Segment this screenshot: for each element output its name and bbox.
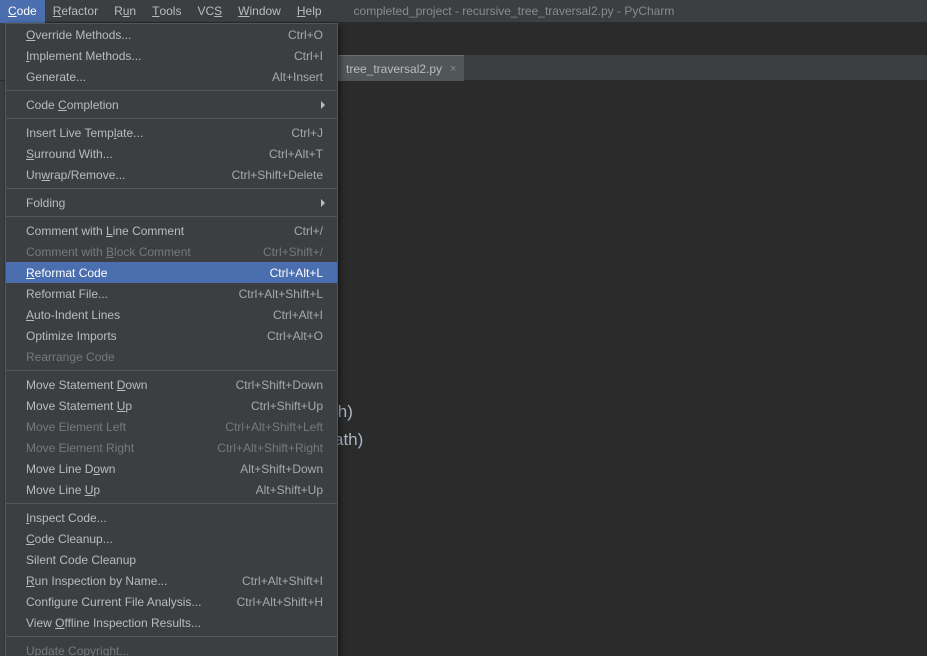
- menu-item-configure-current-file-analysis[interactable]: Configure Current File Analysis... Ctrl+A…: [6, 591, 337, 612]
- menubar-item-refactor[interactable]: Refactor: [45, 0, 106, 23]
- menu-item-shortcut: Ctrl+Alt+I: [273, 308, 323, 322]
- menubar-item-vcs[interactable]: VCS: [189, 0, 230, 23]
- menu-item-inspect-code[interactable]: Inspect Code...: [6, 507, 337, 528]
- editor-tab-label: tree_traversal2.py: [346, 62, 442, 76]
- menubar-item-tools[interactable]: Tools: [144, 0, 189, 23]
- menu-item-shortcut: Ctrl+J: [291, 126, 323, 140]
- menu-item-shortcut: Ctrl+Shift+Up: [251, 399, 323, 413]
- menu-item-view-offline-inspection-results[interactable]: View Offline Inspection Results...: [6, 612, 337, 633]
- menubar-item-help[interactable]: Help: [289, 0, 330, 23]
- menu-separator: [6, 188, 337, 189]
- menu-item-label: Move Element Right: [26, 441, 134, 455]
- menu-item-label: Reformat Code: [26, 266, 107, 280]
- menu-item-label: Comment with Line Comment: [26, 224, 184, 238]
- menu-item-shortcut: Ctrl+Alt+Shift+Left: [225, 420, 323, 434]
- menu-item-shortcut: Ctrl+Shift+Delete: [232, 168, 323, 182]
- menubar-item-window[interactable]: Window: [230, 0, 289, 23]
- menubar: CodeRefactorRunToolsVCSWindowHelp complet…: [0, 0, 927, 23]
- menu-item-label: Move Line Down: [26, 462, 115, 476]
- menu-item-label: Update Copyright...: [26, 644, 129, 656]
- menu-item-move-statement-up[interactable]: Move Statement Up Ctrl+Shift+Up: [6, 395, 337, 416]
- menu-item-move-element-left: Move Element Left Ctrl+Alt+Shift+Left: [6, 416, 337, 437]
- menu-item-move-element-right: Move Element Right Ctrl+Alt+Shift+Right: [6, 437, 337, 458]
- menu-item-label: Override Methods...: [26, 28, 131, 42]
- menu-item-generate[interactable]: Generate... Alt+Insert: [6, 66, 337, 87]
- menu-separator: [6, 118, 337, 119]
- menu-separator: [6, 370, 337, 371]
- menu-item-code-completion[interactable]: Code Completion: [6, 94, 337, 115]
- menu-item-shortcut: Ctrl+Alt+L: [270, 266, 323, 280]
- menu-item-label: View Offline Inspection Results...: [26, 616, 201, 630]
- menu-item-label: Unwrap/Remove...: [26, 168, 125, 182]
- menu-item-override-methods[interactable]: Override Methods... Ctrl+O: [6, 24, 337, 45]
- menu-item-comment-with-block-comment: Comment with Block Comment Ctrl+Shift+/: [6, 241, 337, 262]
- menu-item-comment-with-line-comment[interactable]: Comment with Line Comment Ctrl+/: [6, 220, 337, 241]
- close-icon[interactable]: ×: [450, 63, 456, 75]
- menu-item-label: Code Cleanup...: [26, 532, 113, 546]
- editor-tab-active[interactable]: tree_traversal2.py ×: [338, 55, 464, 81]
- code-menu-popup: Override Methods... Ctrl+O Implement Metho…: [5, 23, 338, 656]
- menu-item-shortcut: Ctrl+I: [294, 49, 323, 63]
- menu-item-shortcut: Ctrl+Alt+Shift+H: [237, 595, 323, 609]
- menu-item-move-statement-down[interactable]: Move Statement Down Ctrl+Shift+Down: [6, 374, 337, 395]
- menu-item-auto-indent-lines[interactable]: Auto-Indent Lines Ctrl+Alt+I: [6, 304, 337, 325]
- menu-item-insert-live-template[interactable]: Insert Live Template... Ctrl+J: [6, 122, 337, 143]
- menu-item-folding[interactable]: Folding: [6, 192, 337, 213]
- menu-item-shortcut: Ctrl+Alt+Shift+I: [242, 574, 323, 588]
- menu-item-surround-with[interactable]: Surround With... Ctrl+Alt+T: [6, 143, 337, 164]
- menu-item-shortcut: Ctrl+Alt+Shift+L: [239, 287, 323, 301]
- menu-item-shortcut: Ctrl+Alt+O: [267, 329, 323, 343]
- menu-separator: [6, 90, 337, 91]
- menu-item-optimize-imports[interactable]: Optimize Imports Ctrl+Alt+O: [6, 325, 337, 346]
- menu-item-label: Rearrange Code: [26, 350, 115, 364]
- menu-item-label: Insert Live Template...: [26, 126, 143, 140]
- menu-item-label: Configure Current File Analysis...: [26, 595, 201, 609]
- menu-item-label: Implement Methods...: [26, 49, 141, 63]
- menu-item-label: Move Statement Down: [26, 378, 147, 392]
- menu-item-label: Auto-Indent Lines: [26, 308, 120, 322]
- window-title: completed_project - recursive_tree_trave…: [354, 4, 675, 18]
- menu-item-implement-methods[interactable]: Implement Methods... Ctrl+I: [6, 45, 337, 66]
- menu-item-unwrap-remove[interactable]: Unwrap/Remove... Ctrl+Shift+Delete: [6, 164, 337, 185]
- menu-item-move-line-down[interactable]: Move Line Down Alt+Shift+Down: [6, 458, 337, 479]
- menu-item-reformat-file[interactable]: Reformat File... Ctrl+Alt+Shift+L: [6, 283, 337, 304]
- menu-item-label: Code Completion: [26, 98, 119, 112]
- menu-item-shortcut: Ctrl+Shift+/: [263, 245, 323, 259]
- menu-item-shortcut: Ctrl+Alt+T: [269, 147, 323, 161]
- menu-item-label: Silent Code Cleanup: [26, 553, 136, 567]
- menu-separator: [6, 636, 337, 637]
- menu-separator: [6, 216, 337, 217]
- menu-item-label: Generate...: [26, 70, 86, 84]
- menu-item-shortcut: Ctrl+/: [294, 224, 323, 238]
- menu-item-shortcut: Alt+Shift+Down: [240, 462, 323, 476]
- menubar-item-run[interactable]: Run: [106, 0, 144, 23]
- menu-item-shortcut: Ctrl+Alt+Shift+Right: [217, 441, 323, 455]
- menu-item-label: Folding: [26, 196, 65, 210]
- menu-item-label: Comment with Block Comment: [26, 245, 191, 259]
- menu-item-label: Reformat File...: [26, 287, 108, 301]
- menu-item-label: Move Statement Up: [26, 399, 132, 413]
- menubar-item-code[interactable]: Code: [0, 0, 45, 23]
- menu-item-label: Run Inspection by Name...: [26, 574, 167, 588]
- menu-item-label: Optimize Imports: [26, 329, 117, 343]
- menu-item-label: Surround With...: [26, 147, 113, 161]
- menu-item-silent-code-cleanup[interactable]: Silent Code Cleanup: [6, 549, 337, 570]
- menu-item-reformat-code[interactable]: Reformat Code Ctrl+Alt+L: [6, 262, 337, 283]
- menu-item-label: Move Element Left: [26, 420, 126, 434]
- menu-item-shortcut: Alt+Insert: [272, 70, 323, 84]
- menu-item-run-inspection-by-name[interactable]: Run Inspection by Name... Ctrl+Alt+Shift+…: [6, 570, 337, 591]
- menu-item-label: Move Line Up: [26, 483, 100, 497]
- menu-item-shortcut: Ctrl+Shift+Down: [236, 378, 323, 392]
- menu-item-label: Inspect Code...: [26, 511, 107, 525]
- menu-item-shortcut: Ctrl+O: [288, 28, 323, 42]
- menu-item-shortcut: Alt+Shift+Up: [256, 483, 323, 497]
- menu-item-update-copyright: Update Copyright...: [6, 640, 337, 656]
- menu-item-code-cleanup[interactable]: Code Cleanup...: [6, 528, 337, 549]
- menu-separator: [6, 503, 337, 504]
- menu-item-move-line-up[interactable]: Move Line Up Alt+Shift+Up: [6, 479, 337, 500]
- menu-item-rearrange-code: Rearrange Code: [6, 346, 337, 367]
